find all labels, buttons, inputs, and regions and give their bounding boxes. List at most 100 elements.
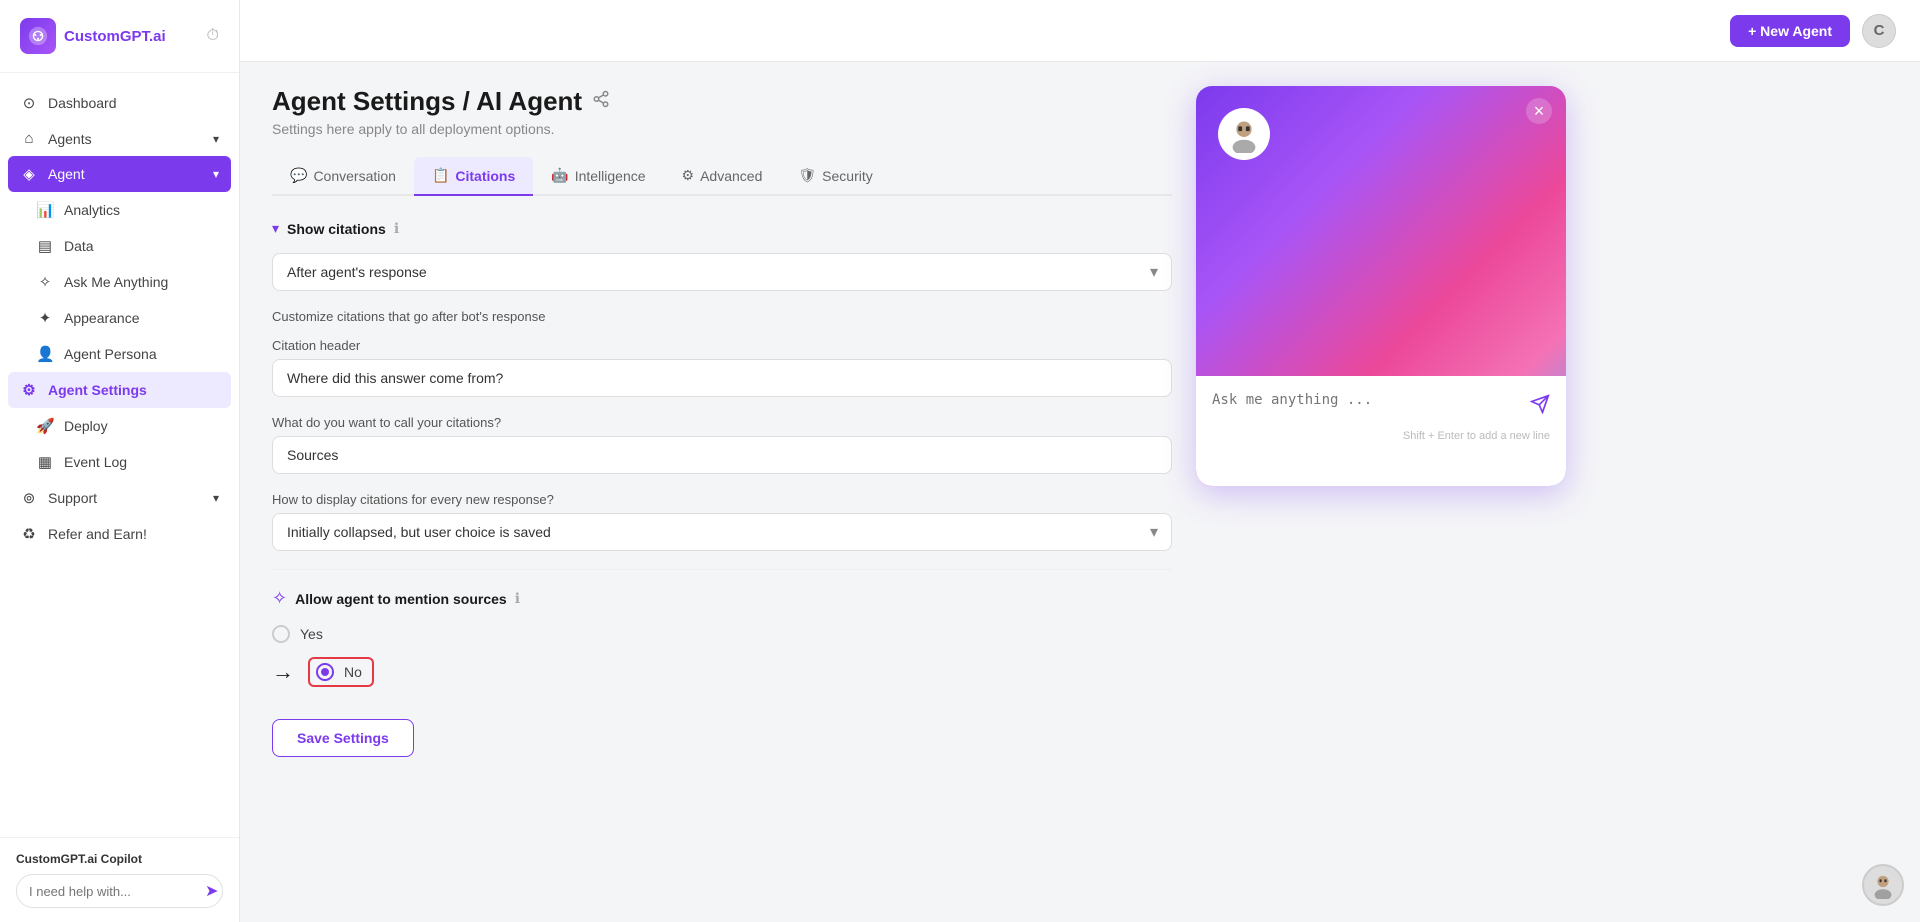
sidebar-label-deploy: Deploy xyxy=(64,418,108,434)
sidebar-item-agent-settings[interactable]: ⚙ Agent Settings xyxy=(8,372,231,408)
allow-sources-info-icon[interactable]: ℹ xyxy=(515,590,520,607)
show-citations-select[interactable]: After agent's response Before agent's re… xyxy=(272,253,1172,291)
show-citations-title: Show citations xyxy=(287,221,386,237)
tab-intelligence[interactable]: 🤖 Intelligence xyxy=(533,157,663,196)
dashboard-icon: ⊙ xyxy=(20,94,38,112)
agent-icon: ◈ xyxy=(20,165,38,183)
citations-name-field: What do you want to call your citations? xyxy=(272,415,1172,474)
section-divider xyxy=(272,569,1172,570)
display-citations-select[interactable]: Initially collapsed, but user choice is … xyxy=(272,513,1172,551)
data-icon: ▤ xyxy=(36,237,54,255)
allow-sources-row: ✧ Allow agent to mention sources ℹ xyxy=(272,588,1172,609)
tab-security-label: Security xyxy=(822,168,873,184)
sidebar-nav: ⊙ Dashboard ⌂ Agents ▾ ◈ Agent ▾ 📊 Analy… xyxy=(0,73,239,837)
sidebar-label-analytics: Analytics xyxy=(64,202,120,218)
radio-no-input[interactable] xyxy=(316,663,334,681)
display-citations-label: How to display citations for every new r… xyxy=(272,492,1172,507)
preview-input-row xyxy=(1212,392,1550,424)
ask-icon: ✧ xyxy=(36,273,54,291)
support-chevron: ▾ xyxy=(213,491,219,505)
sidebar-item-deploy[interactable]: 🚀 Deploy xyxy=(0,408,239,444)
preview-card: × xyxy=(1196,86,1566,486)
page-title: Agent Settings / AI Agent xyxy=(272,86,582,117)
sidebar-label-dashboard: Dashboard xyxy=(48,95,117,111)
radio-yes-label: Yes xyxy=(300,626,323,642)
tab-citations[interactable]: 📋 Citations xyxy=(414,157,533,196)
tab-advanced[interactable]: ⚙ Advanced xyxy=(664,157,781,196)
arrow-indicator: → xyxy=(272,659,294,685)
radio-no[interactable]: No xyxy=(308,657,374,687)
radio-yes[interactable]: Yes xyxy=(272,625,1172,643)
show-citations-info-icon[interactable]: ℹ xyxy=(394,220,399,237)
tab-conversation-label: Conversation xyxy=(313,168,396,184)
app-name: CustomGPT.ai xyxy=(64,28,166,45)
refer-icon: ♻ xyxy=(20,525,38,543)
settings-panel: Agent Settings / AI Agent Settings here … xyxy=(272,86,1172,898)
copilot-send-icon[interactable]: ➤ xyxy=(205,881,218,901)
agents-icon: ⌂ xyxy=(20,130,38,147)
persona-icon: 👤 xyxy=(36,345,54,363)
save-section: Save Settings xyxy=(272,711,1172,757)
citation-header-input[interactable] xyxy=(272,359,1172,397)
preview-panel: × xyxy=(1196,86,1566,898)
clock-icon[interactable]: ⏱ xyxy=(207,27,219,45)
sidebar-item-agent-persona[interactable]: 👤 Agent Persona xyxy=(0,336,239,372)
citations-name-input[interactable] xyxy=(272,436,1172,474)
copilot-section: CustomGPT.ai Copilot ➤ xyxy=(0,837,239,922)
display-citations-select-wrapper: Initially collapsed, but user choice is … xyxy=(272,513,1172,551)
bottom-user-avatar[interactable] xyxy=(1862,864,1904,906)
sidebar-item-event-log[interactable]: ▦ Event Log xyxy=(0,444,239,480)
sidebar-label-settings: Agent Settings xyxy=(48,382,147,398)
copilot-input[interactable] xyxy=(29,884,205,899)
advanced-tab-icon: ⚙ xyxy=(682,167,695,184)
event-log-icon: ▦ xyxy=(36,453,54,471)
sidebar-item-agent[interactable]: ◈ Agent ▾ xyxy=(8,156,231,192)
preview-chat-area: Shift + Enter to add a new line xyxy=(1196,376,1566,486)
tab-security[interactable]: 🛡 Security xyxy=(780,157,890,196)
radio-yes-input[interactable] xyxy=(272,625,290,643)
show-citations-chevron[interactable]: ▾ xyxy=(272,220,279,237)
share-icon[interactable] xyxy=(592,90,610,113)
copilot-input-wrapper: ➤ xyxy=(16,874,223,908)
intelligence-tab-icon: 🤖 xyxy=(551,167,568,184)
allow-sources-title: Allow agent to mention sources xyxy=(295,591,507,607)
agent-chevron: ▾ xyxy=(213,167,219,181)
show-citations-field: After agent's response Before agent's re… xyxy=(272,253,1172,291)
arrow-no-row: → No xyxy=(272,657,1172,687)
sidebar-item-dashboard[interactable]: ⊙ Dashboard xyxy=(0,85,239,121)
sidebar: CustomGPT.ai ⏱ ⊙ Dashboard ⌂ Agents ▾ ◈ … xyxy=(0,0,240,922)
sidebar-item-analytics[interactable]: 📊 Analytics xyxy=(0,192,239,228)
save-settings-button[interactable]: Save Settings xyxy=(272,719,414,757)
support-icon: ⊚ xyxy=(20,489,38,507)
analytics-icon: 📊 xyxy=(36,201,54,219)
show-citations-row: ▾ Show citations ℹ xyxy=(272,220,1172,237)
tab-conversation[interactable]: 💬 Conversation xyxy=(272,157,414,196)
user-avatar: C xyxy=(1862,14,1896,48)
main-area: + New Agent C Agent Settings / AI Agent … xyxy=(240,0,1920,922)
sidebar-item-refer-earn[interactable]: ♻ Refer and Earn! xyxy=(0,516,239,552)
sidebar-item-ask-me-anything[interactable]: ✧ Ask Me Anything xyxy=(0,264,239,300)
sources-section-icon: ✧ xyxy=(272,588,287,609)
logo-icon xyxy=(20,18,56,54)
display-citations-field: How to display citations for every new r… xyxy=(272,492,1172,551)
new-agent-button[interactable]: + New Agent xyxy=(1730,15,1850,47)
copilot-title: CustomGPT.ai Copilot xyxy=(16,852,223,866)
radio-no-label: No xyxy=(344,664,362,680)
settings-icon: ⚙ xyxy=(20,381,38,399)
tab-intelligence-label: Intelligence xyxy=(575,168,646,184)
security-tab-icon: 🛡 xyxy=(798,167,816,184)
sidebar-label-persona: Agent Persona xyxy=(64,346,157,362)
sidebar-label-event-log: Event Log xyxy=(64,454,127,470)
sidebar-item-data[interactable]: ▤ Data xyxy=(0,228,239,264)
conversation-tab-icon: 💬 xyxy=(290,167,307,184)
sidebar-item-support[interactable]: ⊚ Support ▾ xyxy=(0,480,239,516)
sidebar-item-agents[interactable]: ⌂ Agents ▾ xyxy=(0,121,239,156)
sidebar-label-data: Data xyxy=(64,238,94,254)
preview-chat-input[interactable] xyxy=(1212,392,1522,424)
preview-close-button[interactable]: × xyxy=(1526,98,1552,124)
page-title-row: Agent Settings / AI Agent xyxy=(272,86,1172,117)
citation-header-field: Citation header xyxy=(272,338,1172,397)
sidebar-item-appearance[interactable]: ✦ Appearance xyxy=(0,300,239,336)
citations-tab-icon: 📋 xyxy=(432,167,449,184)
preview-send-icon[interactable] xyxy=(1530,394,1550,420)
